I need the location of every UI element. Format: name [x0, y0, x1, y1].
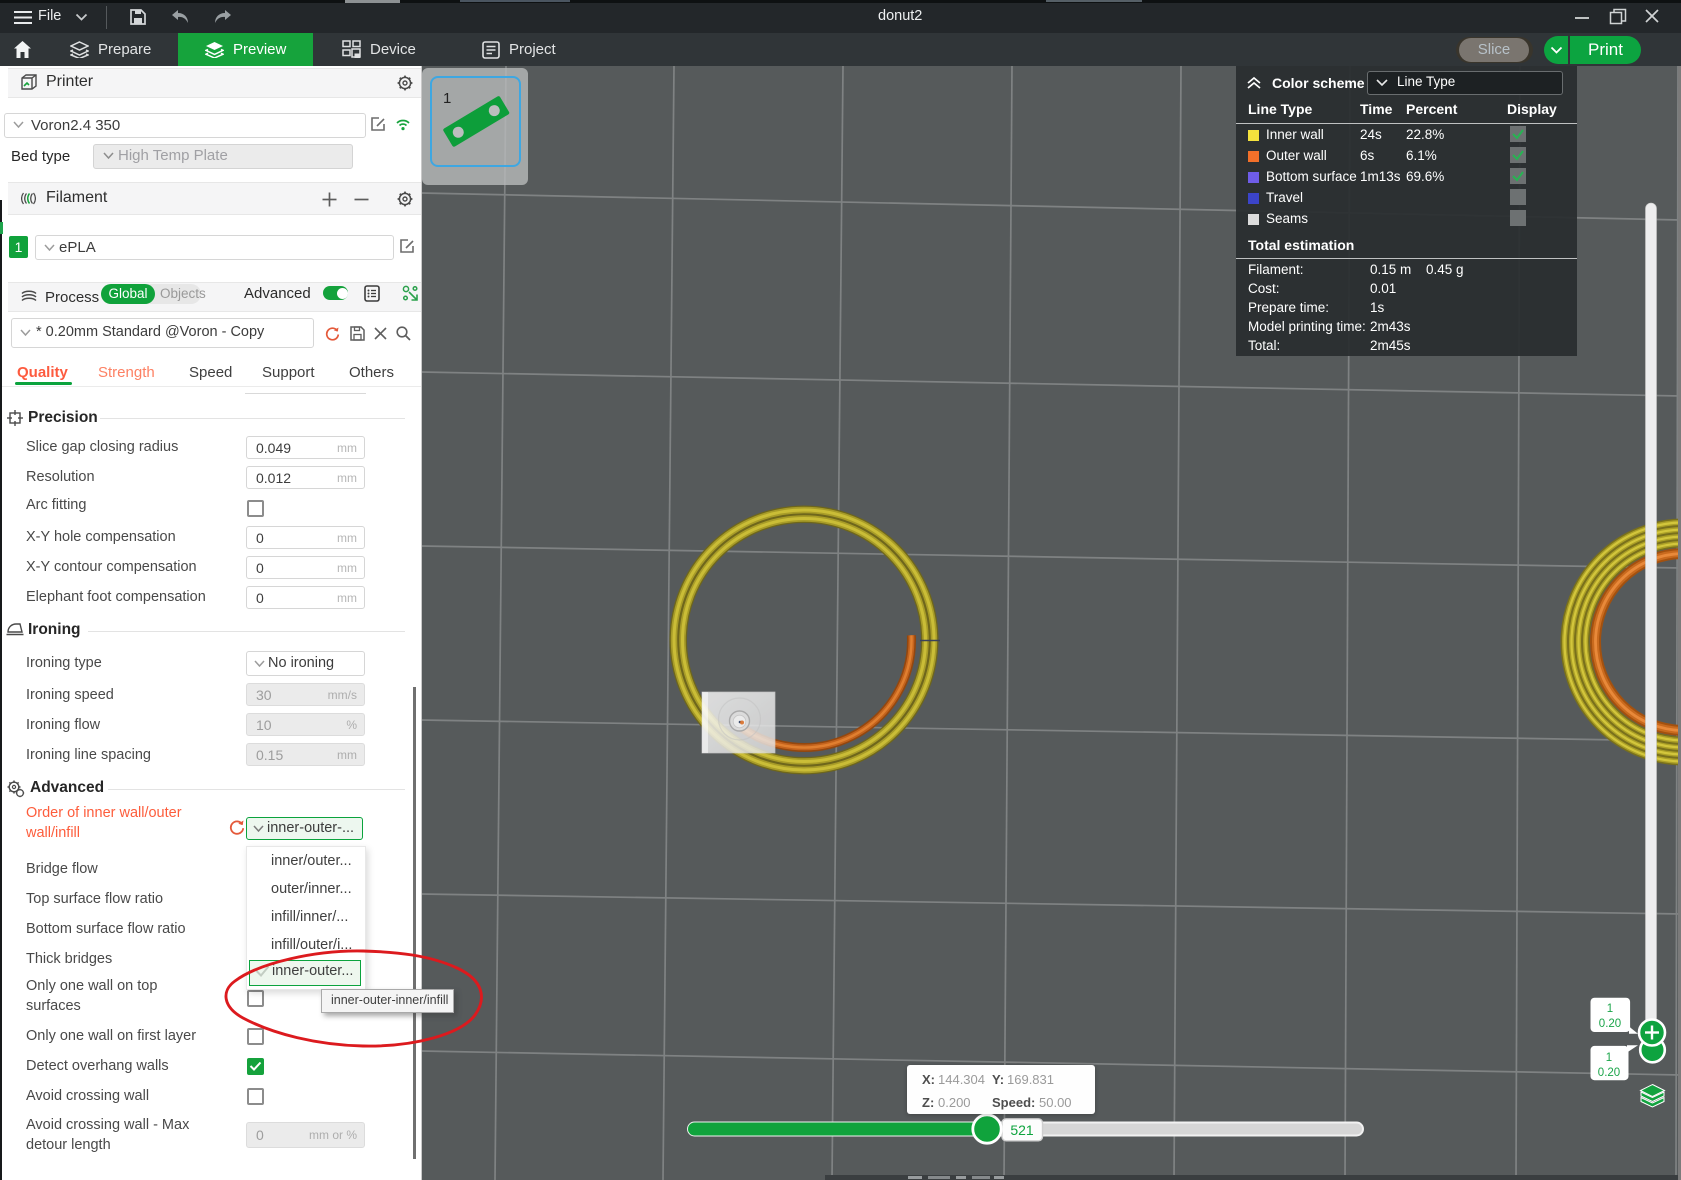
svg-text:1: 1: [1606, 1052, 1612, 1064]
svg-text:521: 521: [1010, 1122, 1034, 1138]
svg-text:0.20: 0.20: [1598, 1067, 1620, 1079]
svg-text:0.20: 0.20: [1599, 1018, 1621, 1030]
svg-text:1: 1: [1607, 1003, 1613, 1015]
